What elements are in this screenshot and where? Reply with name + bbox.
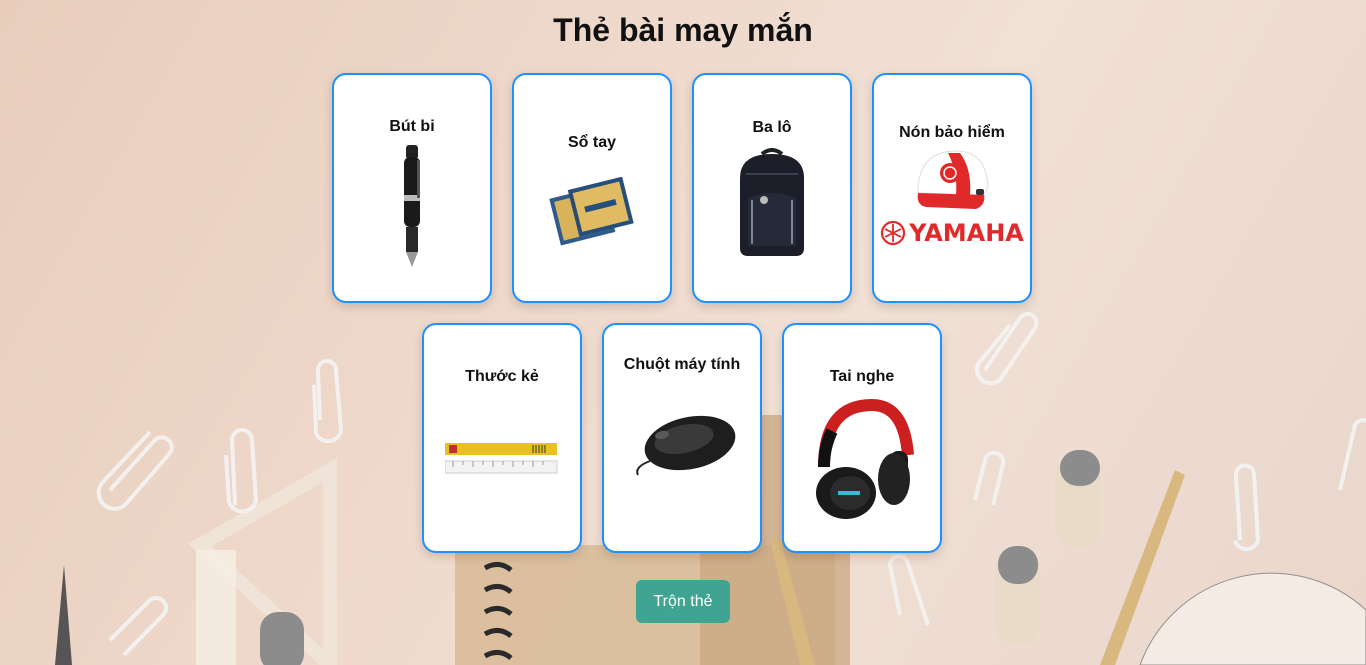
- card-label: Chuột máy tính: [623, 356, 741, 373]
- card-label: Bút bi: [389, 118, 435, 135]
- card-headphones[interactable]: Tai nghe: [782, 323, 942, 553]
- headphones-icon: [810, 397, 914, 521]
- card-label: Thước kẻ: [465, 368, 539, 385]
- card-label: Nón bảo hiểm: [899, 124, 1005, 141]
- pen-icon: [392, 145, 432, 270]
- shuffle-button[interactable]: Trộn thẻ: [636, 580, 730, 623]
- card-label: Ba lô: [752, 119, 792, 136]
- brand-text: YAMAHA: [909, 219, 1024, 247]
- mouse-icon: [626, 405, 738, 485]
- card-backpack[interactable]: Ba lô: [692, 73, 852, 303]
- card-notebook[interactable]: Sổ tay: [512, 73, 672, 303]
- card-label: Sổ tay: [567, 134, 616, 151]
- yamaha-logo: YAMAHA: [880, 219, 1024, 247]
- backpack-icon: [732, 148, 812, 260]
- page-title: Thẻ bài may mắn: [553, 12, 813, 48]
- ruler-icon: [445, 439, 559, 477]
- card-ruler[interactable]: Thước kẻ: [422, 323, 582, 553]
- notebook-icon: [546, 177, 638, 249]
- helmet-icon: [914, 149, 990, 215]
- card-label: Tai nghe: [829, 368, 895, 385]
- tuning-fork-icon: [881, 220, 906, 246]
- card-pen[interactable]: Bút bi: [332, 73, 492, 303]
- card-helmet[interactable]: Nón bảo hiểm YAMAHA: [872, 73, 1032, 303]
- card-mouse[interactable]: Chuột máy tính: [602, 323, 762, 553]
